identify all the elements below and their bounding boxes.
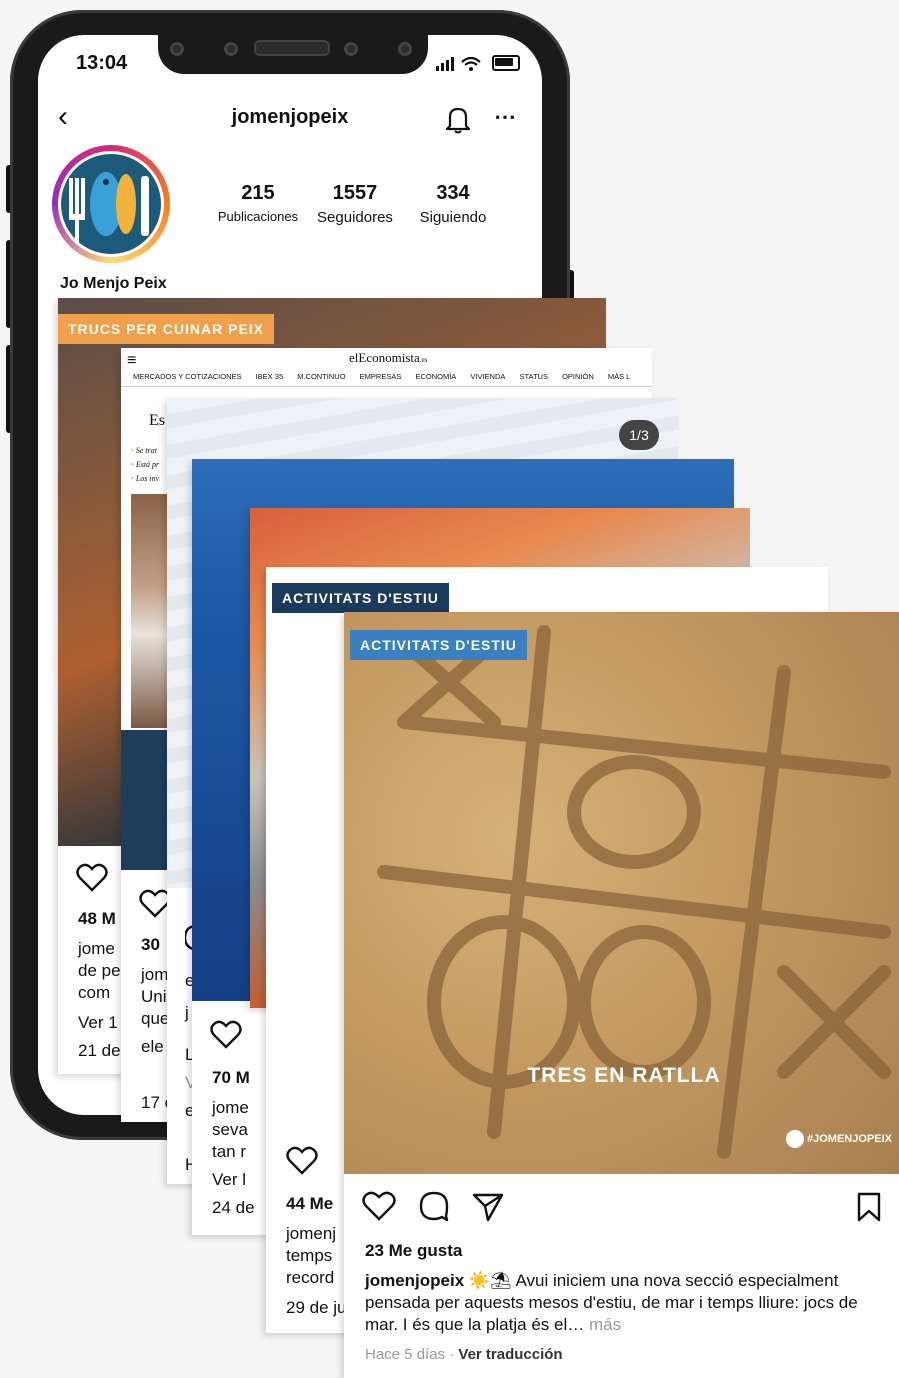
bookmark-icon[interactable]	[856, 1192, 882, 1222]
logo-fish-icon	[69, 172, 149, 244]
watermark: #JOMENJOPEIX	[786, 1130, 892, 1148]
profile-username-header: jomenjopeix	[231, 106, 349, 128]
wifi-icon	[461, 57, 481, 72]
post-caption: jomenjopeix ☀️⛱ Avui iniciem una nova se…	[365, 1270, 890, 1336]
caption-line: seva	[212, 1120, 248, 1139]
caption-line: que	[141, 1009, 170, 1028]
post-footer: Hace 5 días · Ver traducción	[365, 1346, 563, 1363]
post-date: 29 de ju	[286, 1298, 347, 1317]
news-bullet: • Está pr	[131, 460, 160, 469]
post-likes: 30	[141, 935, 160, 954]
sensor-icon	[398, 42, 412, 56]
post-likes[interactable]: 23 Me gusta	[365, 1240, 462, 1261]
share-icon[interactable]	[472, 1192, 504, 1222]
caption-line: jomenj	[286, 1224, 337, 1243]
post-date: 24 de	[212, 1198, 255, 1217]
news-photo	[131, 494, 171, 728]
caption-username[interactable]: jomenjopeix	[365, 1271, 464, 1290]
camera-icon	[344, 42, 358, 56]
tic-tac-toe-drawing	[377, 625, 891, 1159]
news-bullet: • Se trat	[131, 446, 157, 455]
caption-line: ele	[141, 1037, 164, 1056]
image-title: TRES EN RATLLA	[527, 1064, 721, 1087]
caption-line: tan r	[212, 1142, 247, 1161]
carousel-counter: 1/3	[619, 420, 659, 450]
caption-line: jome	[78, 939, 115, 958]
post-likes: 44 Me	[286, 1194, 334, 1213]
news-headline: Es	[149, 412, 165, 429]
dot-separator: ·	[449, 1346, 459, 1363]
view-comments-link[interactable]: Ver 1	[78, 1012, 118, 1033]
caption-line: jome	[212, 1098, 249, 1117]
post-tag: TRUCS PER CUINAR PEIX	[58, 314, 275, 344]
heart-icon[interactable]	[362, 1190, 396, 1222]
comment-icon[interactable]	[418, 1190, 450, 1222]
camera-icon	[170, 42, 184, 56]
status-icons	[436, 54, 520, 72]
battery-icon	[491, 55, 520, 72]
post-time: Hace 5 días	[365, 1346, 446, 1363]
news-bullet: • Los inv	[131, 474, 160, 483]
post-tag: ACTIVITATS D'ESTIU	[350, 630, 527, 660]
heart-icon[interactable]	[210, 1019, 242, 1049]
stat-publicaciones[interactable]: 215 Publicaciones	[206, 182, 310, 224]
caption-line: Uni	[141, 987, 167, 1006]
caption-line: temps	[286, 1246, 333, 1265]
caption-line: com	[78, 983, 111, 1002]
speaker-grille	[254, 40, 330, 56]
menu-icon[interactable]: ≡	[127, 352, 136, 370]
stat-siguiendo[interactable]: 334 Siguiendo	[408, 182, 498, 226]
news-dark-band	[121, 730, 171, 870]
caption-fragment: j	[185, 1003, 189, 1022]
post-tag: ACTIVITATS D'ESTIU	[272, 583, 449, 613]
caption-line: record	[286, 1268, 335, 1287]
signal-icon	[436, 57, 454, 72]
bell-icon[interactable]	[444, 104, 472, 134]
view-comments-link[interactable]: Ver l	[212, 1169, 246, 1190]
watermark-logo-icon	[786, 1130, 804, 1148]
post-date: 21 de	[78, 1041, 121, 1060]
post-card-tres-en-ratlla[interactable]: ACTIVITATS D'ESTIU TRES EN RATLLA #JOMEN…	[344, 612, 899, 1378]
news-nav: MERCADOS Y COTIZACIONES IBEX 35 M.CONTIN…	[133, 372, 631, 381]
translate-link[interactable]: Ver traducción	[458, 1346, 562, 1363]
status-time: 13:04	[76, 52, 128, 74]
caption-line: de pe	[78, 961, 121, 980]
post-likes: 48 M	[78, 909, 116, 928]
phone-notch	[158, 26, 428, 74]
avatar[interactable]	[58, 151, 164, 257]
profile-display-name: Jo Menjo Peix	[60, 275, 167, 292]
post-image-sand	[344, 612, 899, 1174]
more-options-icon[interactable]: ⋯	[494, 104, 517, 130]
stat-seguidores[interactable]: 1557 Seguidores	[308, 182, 402, 226]
news-nav-divider	[121, 386, 652, 387]
post-likes: 70 M	[212, 1068, 250, 1087]
heart-icon[interactable]	[286, 1145, 318, 1175]
caption-line: jom	[141, 965, 169, 984]
caption-more-link[interactable]: más	[589, 1315, 621, 1334]
news-site-logo: elEconomista.es	[349, 350, 428, 365]
heart-icon[interactable]	[76, 862, 108, 892]
caption-emoji: ☀️⛱	[468, 1271, 512, 1290]
sensor-icon	[224, 42, 238, 56]
